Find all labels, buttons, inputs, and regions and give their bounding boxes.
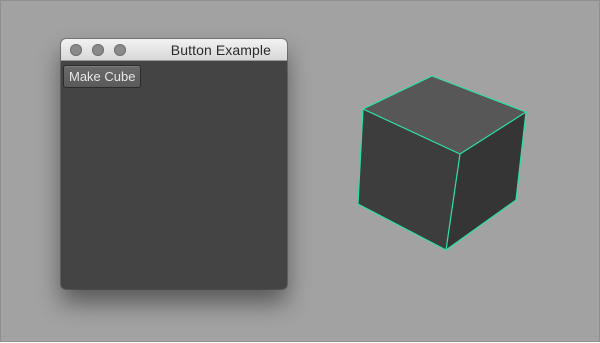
window-titlebar[interactable]: Button Example bbox=[61, 39, 287, 61]
button-example-window[interactable]: Button Example Make Cube bbox=[61, 39, 287, 289]
make-cube-button[interactable]: Make Cube bbox=[63, 65, 142, 88]
minimize-window-icon[interactable] bbox=[92, 44, 104, 56]
maximize-window-icon[interactable] bbox=[114, 44, 126, 56]
viewport[interactable]: Button Example Make Cube bbox=[0, 0, 600, 342]
window-content: Make Cube bbox=[61, 61, 287, 289]
close-window-icon[interactable] bbox=[70, 44, 82, 56]
window-title: Button Example bbox=[170, 42, 271, 58]
